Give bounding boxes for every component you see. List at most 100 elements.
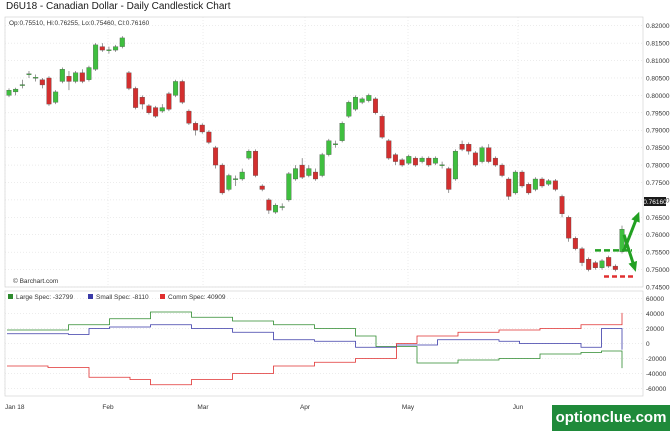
- candle: [253, 149, 259, 178]
- candle: [53, 90, 59, 105]
- candle-up: [333, 143, 338, 145]
- candle-down: [253, 150, 259, 176]
- candle-down: [426, 157, 432, 166]
- candle-down: [259, 185, 265, 190]
- candle-down: [586, 258, 592, 270]
- x-tick-label: Jan 18: [5, 404, 25, 411]
- candle: [319, 152, 325, 178]
- candle: [93, 43, 99, 71]
- candle-down: [612, 265, 618, 270]
- candle-down: [39, 79, 45, 86]
- candle-down: [486, 147, 492, 162]
- y-tick-label: 40000: [646, 311, 664, 318]
- candle-down: [552, 180, 558, 190]
- candle-down: [186, 110, 192, 124]
- candle-down: [392, 154, 398, 162]
- candle: [512, 170, 518, 195]
- candle: [386, 138, 392, 160]
- candle-down: [526, 184, 532, 194]
- y-tick-label: 0.78500: [646, 145, 670, 152]
- y-tick-label: 0.76000: [646, 232, 670, 239]
- candle-down: [399, 159, 405, 166]
- candle-up: [352, 96, 358, 110]
- candle: [506, 177, 512, 200]
- candle: [339, 121, 345, 143]
- candle-up: [86, 67, 92, 80]
- candle: [499, 163, 505, 178]
- candle: [346, 100, 352, 119]
- candle: [86, 65, 92, 82]
- y-tick-label: 0.77500: [646, 180, 670, 187]
- chart-canvas[interactable]: 0.82000 0.81500 0.81000 0.80500 0.80000 0.795…: [0, 0, 670, 431]
- candle: [166, 91, 172, 112]
- candle-down: [139, 96, 145, 105]
- brand-watermark: optionclue.com: [552, 405, 670, 431]
- candle-down: [266, 199, 272, 211]
- candle-down: [199, 124, 205, 133]
- y-tick-label: 0.81000: [646, 58, 670, 65]
- candle: [46, 76, 52, 106]
- candle-down: [313, 171, 318, 180]
- candle-up: [359, 98, 365, 103]
- candle-down: [506, 178, 512, 197]
- candle-up: [159, 107, 165, 112]
- candle: [472, 151, 478, 167]
- candle: [566, 215, 572, 242]
- candle-down: [606, 257, 612, 267]
- candle-up: [226, 175, 232, 190]
- date-axis: Jan 18 Feb Mar Apr May Jun: [5, 404, 524, 411]
- candle-down: [539, 178, 545, 187]
- candle: [126, 71, 132, 91]
- candle-down: [179, 81, 185, 103]
- y-tick-label: 0.78000: [646, 163, 670, 170]
- candle-up: [293, 168, 298, 180]
- candle: [452, 149, 458, 181]
- legend-swatch: [160, 294, 165, 299]
- candle: [479, 145, 485, 164]
- candle-down: [66, 76, 72, 82]
- candle: [326, 138, 332, 157]
- candle: [119, 36, 125, 49]
- legend-label: Comm Spec: 40909: [168, 294, 226, 301]
- candle-up: [26, 73, 32, 75]
- legend-label: Large Spec: -32799: [16, 294, 73, 301]
- candle-up: [273, 204, 279, 213]
- candle: [532, 177, 538, 192]
- candle-up: [326, 140, 332, 155]
- candle-up: [346, 102, 352, 117]
- candle-down: [459, 144, 465, 150]
- candle-up: [512, 171, 518, 194]
- candle-up: [73, 72, 79, 82]
- candle-up: [239, 171, 245, 180]
- candle: [286, 172, 292, 202]
- candle: [552, 179, 558, 192]
- last-price-label: 0.76160: [643, 199, 667, 206]
- candle-up: [279, 206, 285, 208]
- y-tick-label: 0.75000: [646, 267, 670, 274]
- candle-down: [372, 98, 378, 113]
- candle-up: [13, 88, 19, 93]
- y-tick-label: -40000: [646, 371, 667, 378]
- candle-up: [419, 157, 425, 162]
- candle: [219, 163, 225, 195]
- candle-up: [33, 77, 39, 79]
- candle-up: [319, 154, 325, 176]
- y-tick-label: 0: [646, 341, 650, 348]
- candle-up: [173, 81, 179, 96]
- candle: [173, 79, 179, 98]
- y-tick-label: 0.75500: [646, 250, 670, 257]
- candle-up: [439, 164, 445, 166]
- candle: [572, 236, 578, 251]
- candle-up: [546, 180, 552, 185]
- candle: [226, 173, 232, 192]
- candle-down: [99, 46, 105, 51]
- candle-down: [193, 123, 199, 131]
- x-tick-label: Apr: [300, 404, 311, 411]
- candle-down: [206, 131, 212, 143]
- candle-up: [432, 157, 438, 164]
- candle-up: [53, 91, 59, 103]
- candle-up: [599, 260, 605, 268]
- legend-swatch: [88, 294, 93, 299]
- candle-up: [452, 150, 458, 180]
- candle: [206, 130, 212, 145]
